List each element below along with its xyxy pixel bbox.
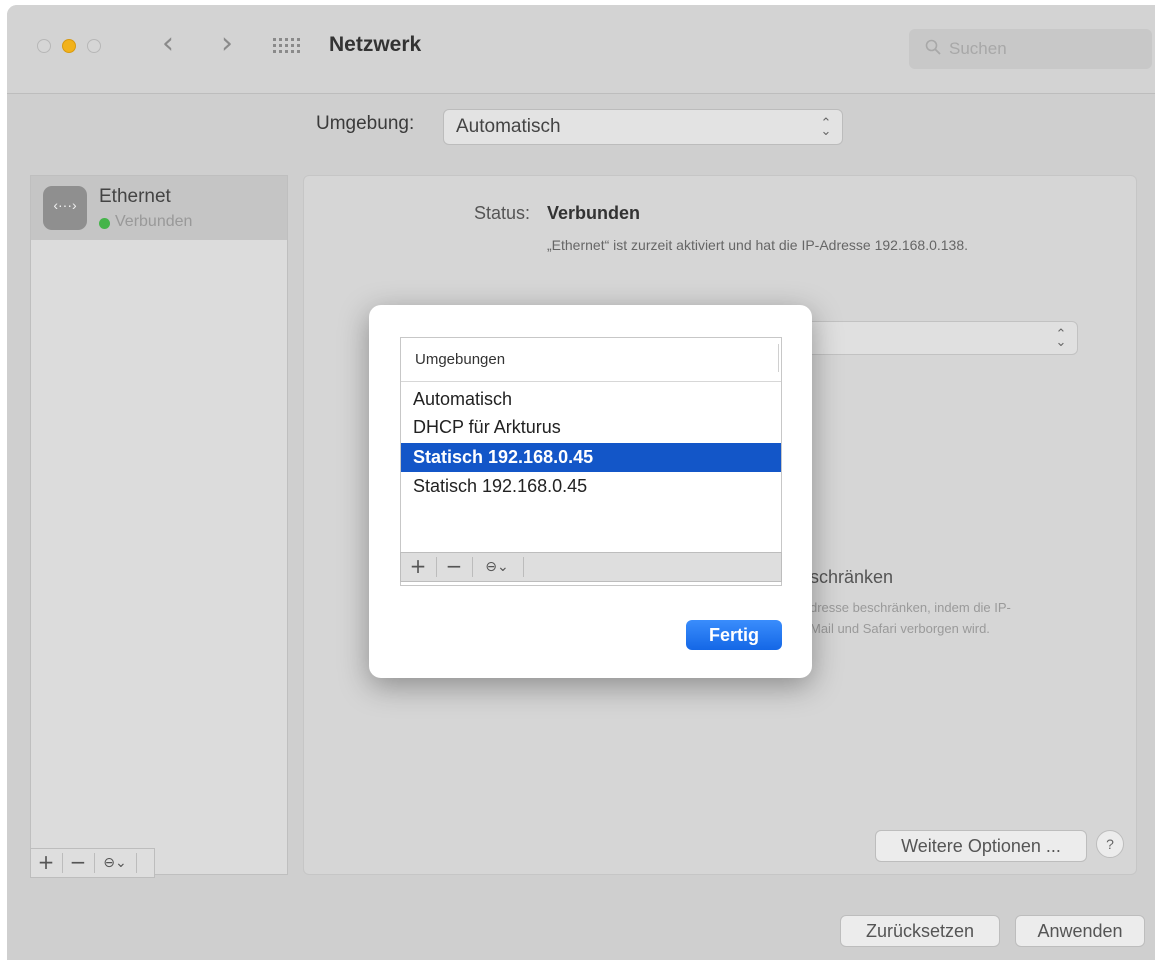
environment-value: Automatisch [456, 116, 561, 137]
service-toolbar: + − ⊖⌄ [30, 848, 155, 878]
status-description: „Ethernet“ ist zurzeit aktiviert und hat… [547, 237, 969, 253]
service-item-ethernet[interactable]: ‹···› Ethernet Verbunden [31, 176, 287, 240]
minimize-window-button[interactable] [62, 39, 76, 53]
add-location-button[interactable]: + [401, 553, 435, 581]
chevron-updown-icon: ⌃ ⌄ [1055, 326, 1067, 349]
close-window-button[interactable] [37, 39, 51, 53]
ethernet-icon: ‹···› [43, 186, 87, 230]
locations-list: Umgebungen Automatisch DHCP für Arkturus… [400, 337, 782, 586]
location-action-menu-button[interactable]: ⊖⌄ [473, 553, 521, 581]
back-arrow-icon[interactable]: ‹ [162, 29, 174, 59]
reset-button[interactable]: Zurücksetzen [840, 915, 1000, 947]
restrict-title: schränken [810, 567, 894, 587]
title-bar: ‹ › Netzwerk Suchen [7, 5, 1155, 94]
apply-button[interactable]: Anwenden [1015, 915, 1145, 947]
list-header: Umgebungen [401, 338, 781, 382]
service-list: ‹···› Ethernet Verbunden [30, 175, 288, 875]
environment-label: Umgebung: [316, 113, 415, 134]
done-button[interactable]: Fertig [686, 620, 782, 650]
status-value: Verbunden [547, 203, 641, 223]
service-status: Verbunden [115, 213, 193, 230]
restrict-description: dresse beschränken, indem die IP- Mail u… [810, 600, 1011, 636]
search-field[interactable]: Suchen [909, 29, 1152, 69]
list-item[interactable]: Statisch 192.168.0.45 [401, 472, 781, 500]
configure-select[interactable]: ⌃ ⌄ [800, 321, 1078, 355]
remove-service-button[interactable]: − [63, 849, 93, 877]
list-header-label: Umgebungen [415, 351, 506, 368]
help-button[interactable]: ? [1096, 830, 1124, 858]
list-item[interactable]: Automatisch [401, 385, 781, 413]
action-menu-button[interactable]: ⊖⌄ [95, 849, 135, 877]
list-item-selected[interactable]: Statisch 192.168.0.45 [401, 443, 781, 472]
locations-toolbar: + − ⊖⌄ [400, 552, 782, 582]
search-icon [925, 39, 941, 55]
show-all-grid-icon[interactable] [273, 38, 301, 54]
search-placeholder: Suchen [949, 39, 1007, 58]
locations-dialog: Umgebungen Automatisch DHCP für Arkturus… [369, 305, 812, 678]
status-dot-icon [99, 218, 110, 229]
remove-location-button[interactable]: − [437, 553, 471, 581]
service-name: Ethernet [99, 186, 171, 207]
forward-arrow-icon[interactable]: › [221, 29, 233, 59]
window-title: Netzwerk [329, 33, 422, 56]
chevron-updown-icon: ⌃ ⌄ [820, 115, 832, 138]
add-service-button[interactable]: + [31, 849, 61, 877]
environment-select[interactable]: Automatisch ⌃ ⌄ [443, 109, 843, 145]
status-label: Status: [474, 203, 531, 223]
list-item[interactable]: DHCP für Arkturus [401, 413, 781, 441]
more-options-button[interactable]: Weitere Optionen ... [875, 830, 1087, 862]
zoom-window-button[interactable] [87, 39, 101, 53]
